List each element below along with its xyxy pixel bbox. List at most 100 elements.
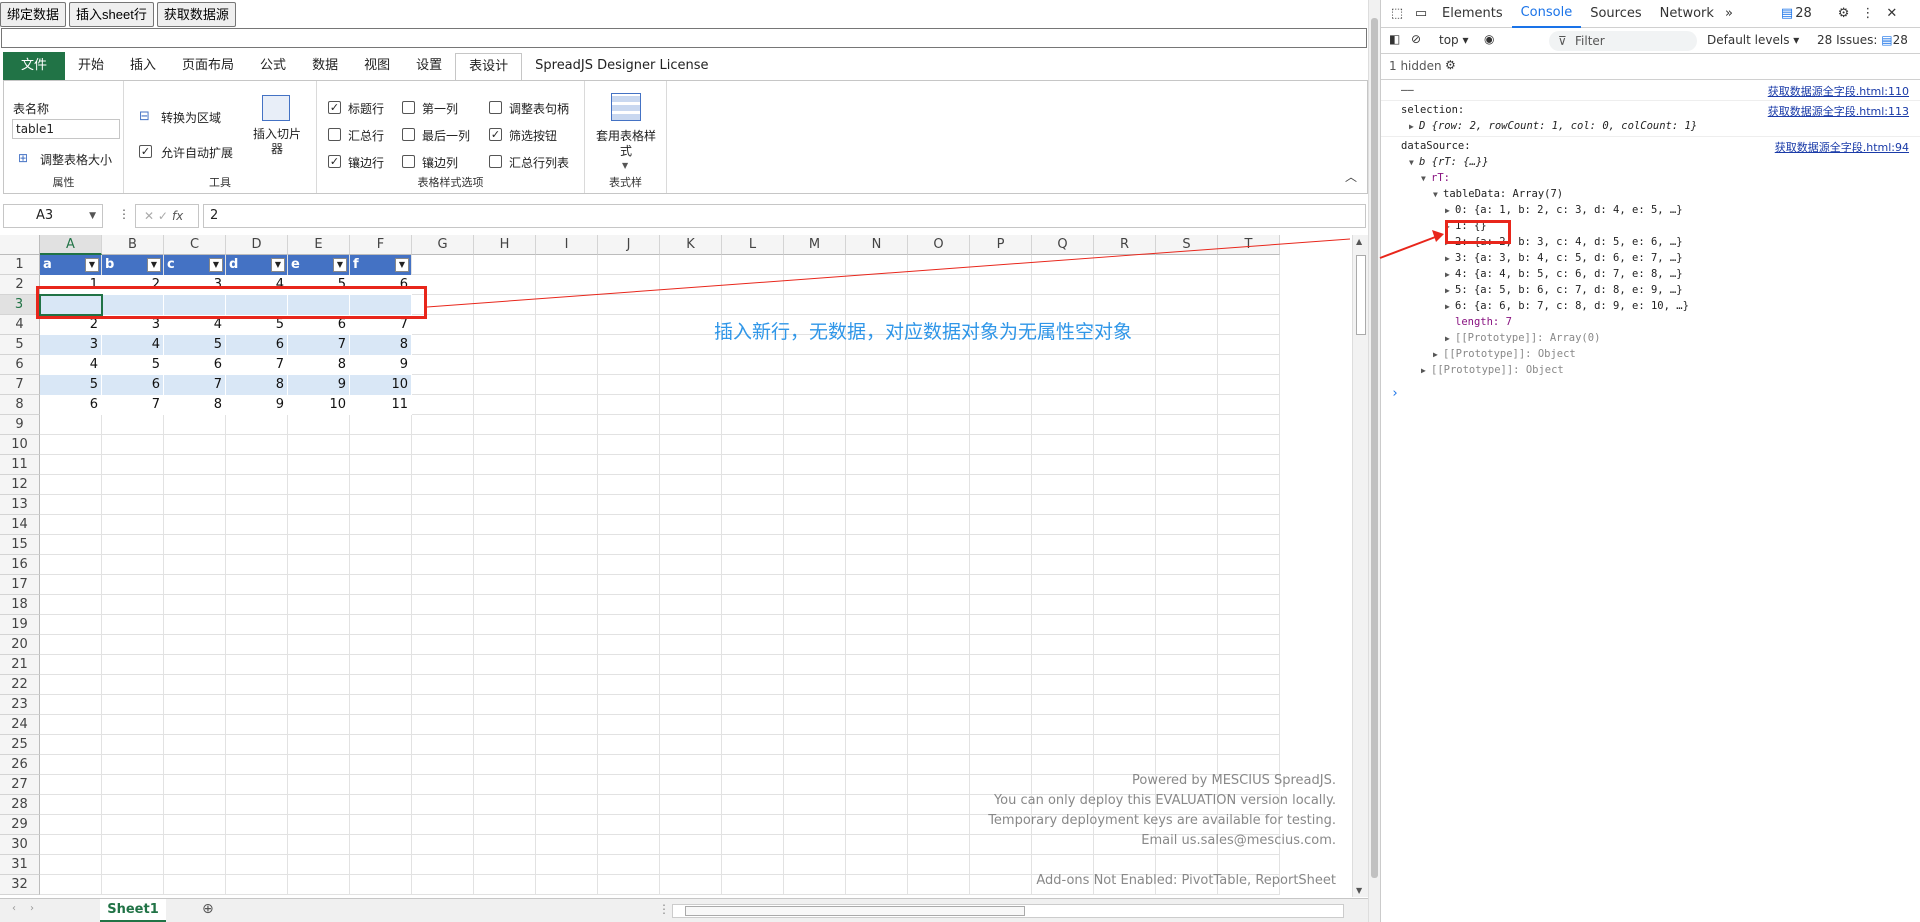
table-cell[interactable]: 6 <box>40 395 102 415</box>
device-toggle-icon[interactable]: ▭ <box>1409 6 1433 21</box>
convert-to-range-button[interactable]: 转换为区域 <box>161 109 221 126</box>
row-header-10[interactable]: 10 <box>0 435 40 455</box>
get-datasource-button[interactable]: 获取数据源 <box>156 2 236 27</box>
last-column-checkbox[interactable] <box>402 128 415 141</box>
tabledata-item[interactable]: ▶ 0: {a: 1, b: 2, c: 3, d: 4, e: 5, …} <box>1445 202 1683 219</box>
table-cell[interactable]: 10 <box>350 375 412 395</box>
row-header-15[interactable]: 15 <box>0 535 40 555</box>
add-sheet-icon[interactable]: ⊕ <box>202 901 214 917</box>
context-select[interactable]: top ▾ <box>1439 33 1469 47</box>
table-cell[interactable]: 8 <box>164 395 226 415</box>
sheet-tab-sheet1[interactable]: Sheet1 <box>100 899 166 922</box>
vertical-scroll-thumb[interactable] <box>1356 255 1366 335</box>
table-cell[interactable]: 9 <box>288 375 350 395</box>
tab-sources[interactable]: Sources <box>1581 0 1650 28</box>
horizontal-scrollbar[interactable] <box>672 904 1344 918</box>
insert-sheet-row-button[interactable]: 插入sheet行 <box>69 2 154 27</box>
tab-insert[interactable]: 插入 <box>117 52 169 80</box>
resize-handle-checkbox[interactable] <box>489 101 502 114</box>
row-header-7[interactable]: 7 <box>0 375 40 395</box>
row-header-18[interactable]: 18 <box>0 595 40 615</box>
spreadsheet-grid[interactable]: ABCDEFGHIJKLMNOPQRST 1 2 3 4 5 6 7 8 9 10 11 12 13 14… <box>0 235 1350 897</box>
total-list-checkbox[interactable] <box>489 155 502 168</box>
sidebar-toggle-icon[interactable]: ◧ <box>1389 32 1400 46</box>
row-header-23[interactable]: 23 <box>0 695 40 715</box>
table-cell[interactable]: 6 <box>164 355 226 375</box>
table-cell[interactable]: 4 <box>40 355 102 375</box>
row-header-30[interactable]: 30 <box>0 835 40 855</box>
row-header-9[interactable]: 9 <box>0 415 40 435</box>
row-header-13[interactable]: 13 <box>0 495 40 515</box>
row-header-27[interactable]: 27 <box>0 775 40 795</box>
console-settings-icon[interactable]: ⚙ <box>1445 58 1456 72</box>
scroll-down-icon[interactable]: ▼ <box>1356 886 1362 895</box>
tab-home[interactable]: 开始 <box>65 52 117 80</box>
log-source-1[interactable]: 获取数据源全字段.html:110 <box>1768 83 1909 99</box>
insert-slicer-button[interactable]: 插入切片器 <box>249 127 305 157</box>
row-header-16[interactable]: 16 <box>0 555 40 575</box>
tabledata-item[interactable]: ▶ 5: {a: 5, b: 6, c: 7, d: 8, e: 9, …} <box>1445 282 1683 299</box>
collapse-ribbon-icon[interactable]: ︿ <box>1345 168 1357 185</box>
tab-view[interactable]: 视图 <box>351 52 403 80</box>
row-header-19[interactable]: 19 <box>0 615 40 635</box>
total-row-checkbox[interactable] <box>328 128 341 141</box>
inspect-icon[interactable]: ⬚ <box>1385 6 1409 21</box>
array-prototype[interactable]: ▶ [[Prototype]]: Array(0) <box>1445 330 1600 347</box>
settings-icon[interactable]: ⚙ <box>1838 6 1850 21</box>
object-prototype[interactable]: ▶ [[Prototype]]: Object <box>1433 346 1576 363</box>
row-header-29[interactable]: 29 <box>0 815 40 835</box>
row-header-32[interactable]: 32 <box>0 875 40 895</box>
prev-sheet-icon[interactable]: ‹ <box>12 903 16 914</box>
apply-table-style-button[interactable]: 套用表格样式 <box>591 129 661 159</box>
vertical-scrollbar[interactable]: ▲ ▼ <box>1352 235 1368 897</box>
table-cell[interactable]: 5 <box>102 355 164 375</box>
row-header-17[interactable]: 17 <box>0 575 40 595</box>
bind-data-button[interactable]: 绑定数据 <box>0 2 67 27</box>
page-scroll-thumb[interactable] <box>1371 18 1378 878</box>
table-cell[interactable]: 9 <box>226 395 288 415</box>
row-header-22[interactable]: 22 <box>0 675 40 695</box>
page-scrollbar[interactable] <box>1368 0 1380 922</box>
table-cell[interactable]: 11 <box>350 395 412 415</box>
auto-expand-checkbox[interactable]: ✓ <box>139 145 152 158</box>
horizontal-scroll-thumb[interactable] <box>685 906 1025 916</box>
log-source-2[interactable]: 获取数据源全字段.html:113 <box>1768 103 1909 119</box>
row-header-12[interactable]: 12 <box>0 475 40 495</box>
table-cell[interactable]: 7 <box>226 355 288 375</box>
table-name-input[interactable]: table1 <box>12 119 120 139</box>
table-cell[interactable]: 8 <box>288 355 350 375</box>
header-row-checkbox[interactable]: ✓ <box>328 101 341 114</box>
console-prompt[interactable]: › <box>1391 386 1399 402</box>
chevron-down-icon[interactable]: ▼ <box>622 161 628 170</box>
confirm-icon[interactable]: ✓ <box>158 209 168 223</box>
table-cell[interactable]: 10 <box>288 395 350 415</box>
selection-value[interactable]: ▶ D {row: 2, rowCount: 1, col: 0, colCoun… <box>1409 118 1697 135</box>
log-levels-select[interactable]: Default levels ▾ <box>1707 33 1799 47</box>
more-options-icon[interactable]: ⋮ <box>118 207 130 221</box>
tab-license[interactable]: SpreadJS Designer License <box>522 52 721 80</box>
row-header-24[interactable]: 24 <box>0 715 40 735</box>
log-source-3[interactable]: 获取数据源全字段.html:94 <box>1775 139 1909 155</box>
name-box[interactable]: A3 ▼ <box>3 204 103 228</box>
tabledata-node[interactable]: ▼ tableData: Array(7) <box>1433 186 1563 203</box>
object-prototype[interactable]: ▶ [[Prototype]]: Object <box>1421 362 1564 379</box>
table-cell[interactable]: 6 <box>102 375 164 395</box>
row-header-20[interactable]: 20 <box>0 635 40 655</box>
tab-console[interactable]: Console <box>1511 0 1582 28</box>
filter-input[interactable]: ⊽ Filter <box>1549 31 1697 51</box>
messages-count[interactable]: 28 <box>1795 6 1812 21</box>
cancel-icon[interactable]: ✕ <box>144 209 154 223</box>
datasource-value[interactable]: ▼ b {rT: {…}} <box>1409 154 1489 171</box>
tabledata-item[interactable]: ▶ 3: {a: 3, b: 4, c: 5, d: 6, e: 7, …} <box>1445 250 1683 267</box>
tab-data[interactable]: 数据 <box>299 52 351 80</box>
more-options-icon[interactable]: ⋮ <box>1861 6 1874 21</box>
tab-network[interactable]: Network <box>1651 0 1723 28</box>
row-header-11[interactable]: 11 <box>0 455 40 475</box>
row-header-31[interactable]: 31 <box>0 855 40 875</box>
table-cell[interactable]: 9 <box>350 355 412 375</box>
tab-file[interactable]: 文件 <box>3 52 65 80</box>
issues-button[interactable]: 28 Issues: ▤28 <box>1817 33 1908 47</box>
tab-table-design[interactable]: 表设计 <box>455 53 523 81</box>
row-header-26[interactable]: 26 <box>0 755 40 775</box>
filter-button-checkbox[interactable]: ✓ <box>489 128 502 141</box>
